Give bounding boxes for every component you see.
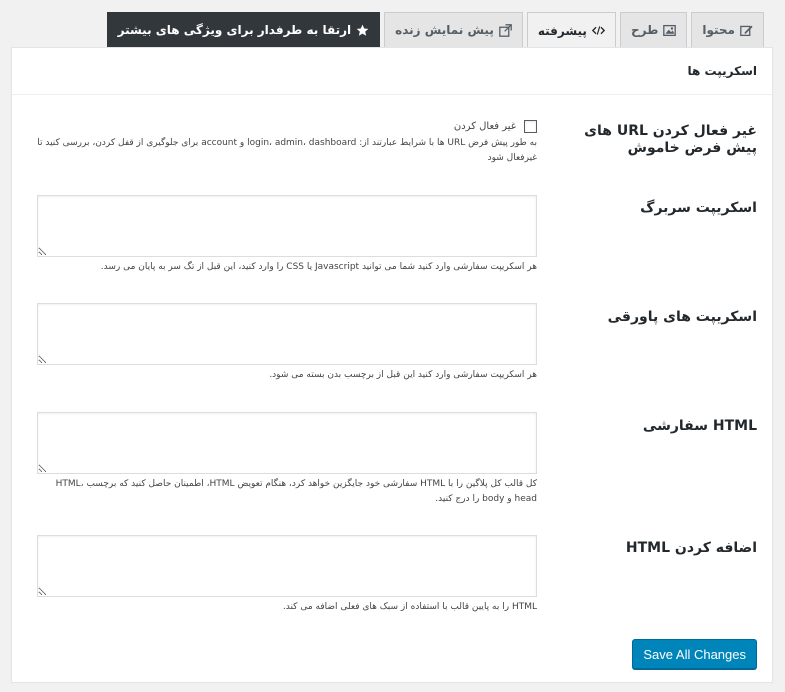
disable-urls-control: غیر فعال کردن به طور پیش فرض URL ها با ش… <box>37 120 537 166</box>
tab-bar: محتوا طرح پیشرفته پیش نمایش زنده ارتقا ب… <box>106 12 764 48</box>
append-html-textarea[interactable] <box>37 535 537 597</box>
settings-panel: اسکریپت ها غیر فعال کردن URL های پیش فرض… <box>11 47 773 683</box>
custom-html-description: کل قالب کل پلاگین را با HTML سفارشی خود … <box>55 479 537 504</box>
disable-urls-checkbox-label: غیر فعال کردن <box>453 121 516 132</box>
tab-live-preview[interactable]: پیش نمایش زنده <box>384 12 523 47</box>
disable-urls-label: غیر فعال کردن URL های پیش فرض خاموش <box>584 123 757 156</box>
external-link-icon <box>498 23 512 37</box>
save-all-changes-button[interactable]: Save All Changes <box>632 639 757 669</box>
header-scripts-label: اسکریپت سربرگ <box>640 200 757 216</box>
tab-upgrade-label: ارتقا به طرفدار برای ویژگی های بیشتر <box>117 23 352 37</box>
append-html-description: HTML را به پایین قالب با استفاده از سبک … <box>282 602 537 612</box>
image-icon <box>663 24 677 37</box>
tab-advanced-label: پیشرفته <box>537 23 587 38</box>
edit-icon <box>740 24 753 37</box>
footer-scripts-label: اسکریپت های پاورقی <box>607 309 757 325</box>
panel-title: اسکریپت ها <box>12 48 772 95</box>
footer-scripts-textarea[interactable] <box>37 303 537 365</box>
footer-scripts-control: هر اسکریپت سفارشی وارد کنید این قبل از ب… <box>37 303 537 383</box>
star-icon <box>356 24 369 37</box>
tab-design[interactable]: طرح <box>619 12 688 47</box>
disable-urls-checkbox-row[interactable]: غیر فعال کردن <box>37 120 537 133</box>
append-html-control: HTML را به پایین قالب با استفاده از سبک … <box>37 535 537 615</box>
disable-urls-checkbox[interactable] <box>524 120 537 133</box>
tab-upgrade-pro[interactable]: ارتقا به طرفدار برای ویژگی های بیشتر <box>106 12 381 47</box>
tab-content-label: محتوا <box>702 23 735 37</box>
header-scripts-description: هر اسکریپت سفارشی وارد کنید شما می توانی… <box>100 262 537 272</box>
tab-design-label: طرح <box>630 23 659 37</box>
header-scripts-control: هر اسکریپت سفارشی وارد کنید شما می توانی… <box>37 195 537 275</box>
append-html-label: اضافه کردن HTML <box>625 540 757 556</box>
header-scripts-textarea[interactable] <box>37 195 537 257</box>
code-icon <box>591 24 605 37</box>
disable-urls-description: به طور پیش فرض URL ها با شرایط عبارتند ا… <box>37 138 537 163</box>
footer-scripts-description: هر اسکریپت سفارشی وارد کنید این قبل از ب… <box>269 370 537 380</box>
custom-html-textarea[interactable] <box>37 412 537 474</box>
custom-html-label: HTML سفارشی <box>642 418 757 434</box>
tab-advanced[interactable]: پیشرفته <box>526 12 616 48</box>
page: محتوا طرح پیشرفته پیش نمایش زنده ارتقا ب… <box>0 0 785 692</box>
tab-live-preview-label: پیش نمایش زنده <box>395 23 494 37</box>
tab-content[interactable]: محتوا <box>691 12 764 47</box>
custom-html-control: کل قالب کل پلاگین را با HTML سفارشی خود … <box>37 412 537 507</box>
